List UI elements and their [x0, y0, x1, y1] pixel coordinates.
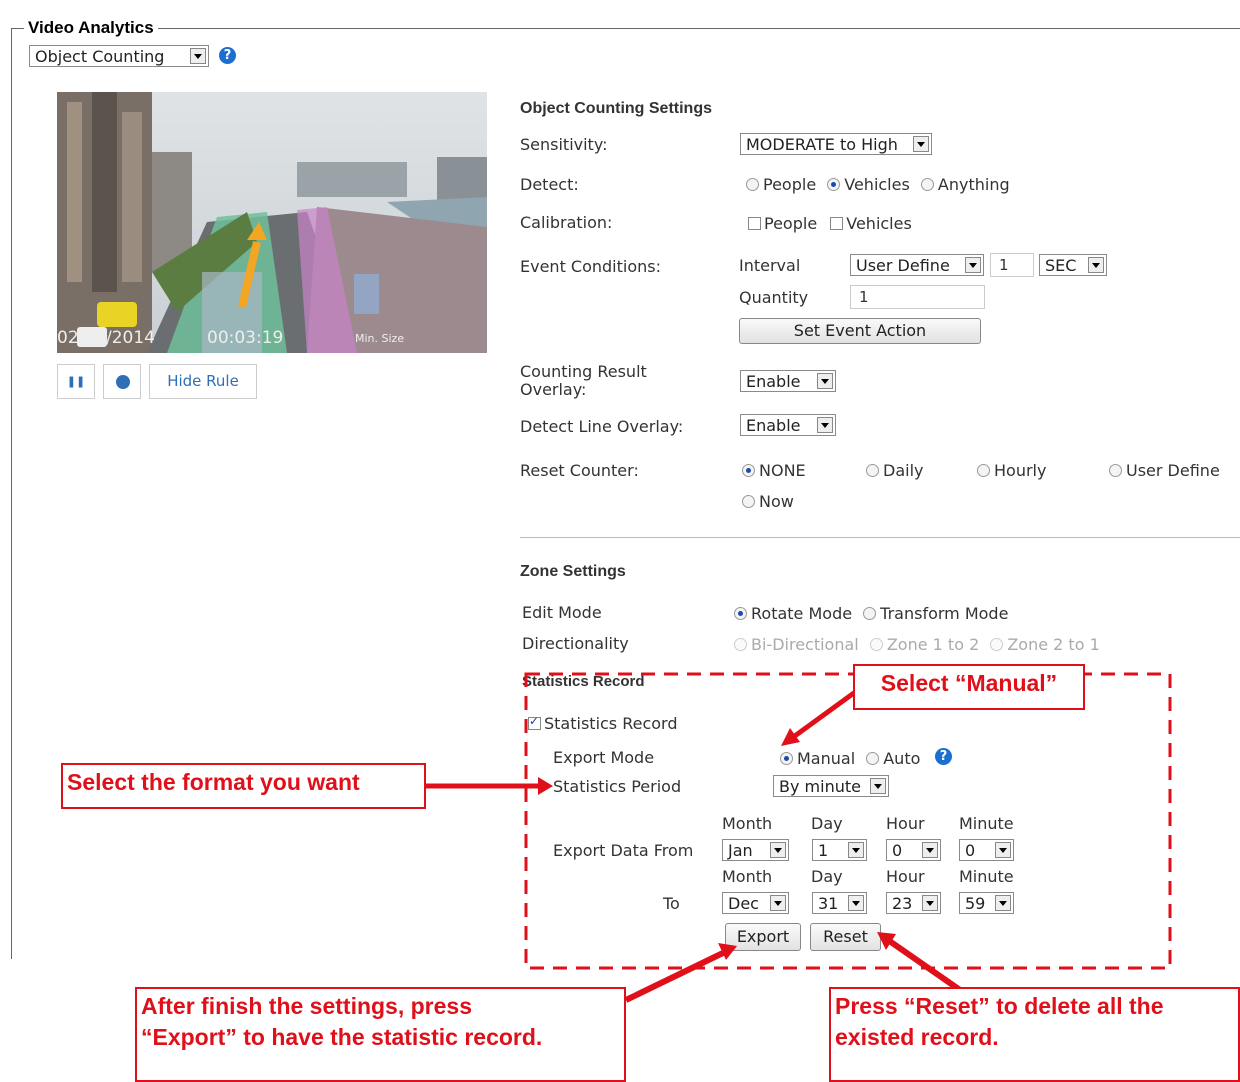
callout-export: After finish the settings, press “Export… [135, 987, 626, 1082]
callout-select-manual: Select “Manual” [853, 664, 1085, 710]
arrow-manual [790, 687, 860, 741]
callout-select-format: Select the format you want [61, 763, 426, 809]
arrow-format-head [538, 777, 553, 795]
arrow-reset [886, 937, 962, 993]
callout-reset: Press “Reset” to delete all the existed … [829, 987, 1240, 1082]
stats-highlight-box [524, 672, 1172, 970]
callout-reset-line1: Press “Reset” to delete all the [835, 993, 1164, 1019]
arrow-export [624, 949, 727, 1003]
annotation-overlay [426, 672, 1172, 1003]
callout-reset-line2: existed record. [835, 1024, 999, 1050]
callout-export-line1: After finish the settings, press [141, 993, 473, 1019]
callout-export-line2: “Export” to have the statistic record. [141, 1024, 543, 1050]
